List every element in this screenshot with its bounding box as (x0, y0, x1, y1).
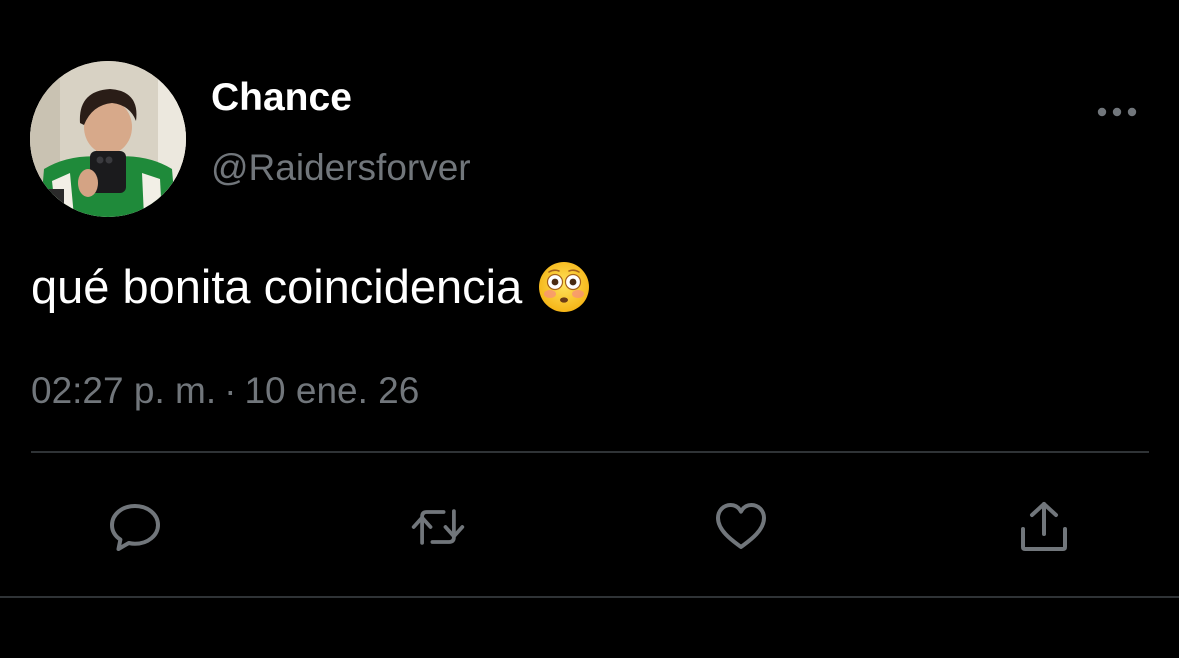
more-options-button[interactable] (1094, 98, 1140, 126)
author-handle[interactable]: @Raidersforver (211, 146, 471, 190)
like-button[interactable] (712, 498, 770, 556)
tweet-text-content: qué bonita coincidencia (31, 260, 523, 313)
tweet-date: 10 ene. 26 (244, 370, 420, 411)
author-display-name[interactable]: Chance (211, 76, 352, 120)
reply-button[interactable] (106, 498, 164, 556)
avatar[interactable] (30, 61, 186, 217)
tweet-card: Chance @Raidersforver qué bonita coincid… (0, 0, 1179, 658)
heart-icon (716, 503, 766, 549)
divider (31, 451, 1149, 453)
speech-bubble-icon (110, 504, 160, 551)
flushed-face-emoji-icon (538, 261, 590, 313)
tweet-timestamp[interactable]: 02:27 p. m. · 10 ene. 26 (31, 368, 419, 414)
retweet-button[interactable] (409, 498, 467, 556)
share-button[interactable] (1015, 498, 1073, 556)
divider-bottom (0, 596, 1179, 598)
tweet-time: 02:27 p. m. (31, 370, 217, 411)
meta-separator: · (224, 370, 237, 411)
share-icon (1021, 502, 1067, 551)
more-horizontal-icon (1097, 107, 1137, 117)
retweet-icon (411, 509, 465, 545)
avatar-photo (30, 61, 186, 217)
tweet-text: qué bonita coincidencia (31, 258, 590, 316)
